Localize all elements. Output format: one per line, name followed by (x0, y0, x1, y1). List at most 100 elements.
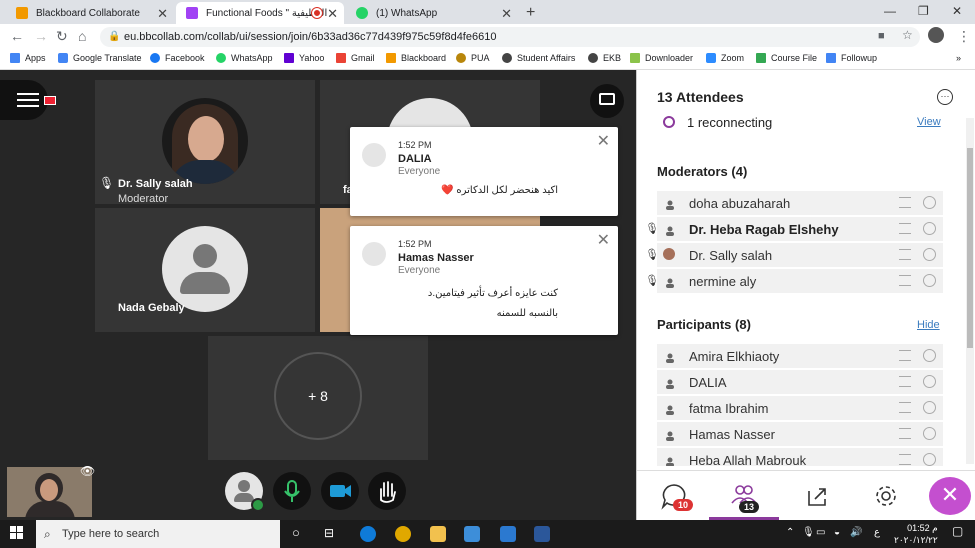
more-options-icon[interactable] (923, 427, 936, 440)
camera-icon[interactable]: ■ (878, 30, 885, 42)
list-item[interactable]: 🎙 Dr. Sally salah (645, 243, 943, 267)
video-tile[interactable]: Nada Gebaly (95, 208, 315, 332)
video-tile[interactable]: 🎙 Dr. Sally salah Moderator (95, 80, 315, 205)
menu-lines-icon[interactable] (899, 197, 911, 208)
network-icon[interactable]: ◒ (834, 527, 840, 538)
close-window-icon[interactable]: ✕ (952, 4, 962, 18)
close-tab-icon[interactable]: ✕ (501, 6, 512, 22)
new-tab-button[interactable]: + (526, 4, 535, 22)
reload-icon[interactable]: ↻ (56, 28, 68, 45)
back-icon[interactable]: ← (10, 28, 24, 44)
more-options-icon[interactable] (923, 401, 936, 414)
menu-lines-icon[interactable] (899, 223, 911, 234)
language-indicator[interactable]: ع (874, 527, 880, 538)
chat-notification[interactable]: 1:52 PM DALIA Everyone اكيد هنحضر لكل ال… (350, 127, 618, 216)
bookmark-blackboard[interactable]: Blackboard (386, 53, 446, 63)
camera-icon[interactable]: ▭ (816, 527, 825, 538)
more-options-icon[interactable] (923, 375, 936, 388)
restore-icon[interactable]: ❐ (918, 4, 929, 18)
forward-icon[interactable]: → (34, 28, 48, 44)
bookmark-downloader[interactable]: Downloader (630, 53, 693, 63)
list-item[interactable]: Amira Elkhiaoty (657, 344, 943, 368)
camera-button[interactable] (321, 472, 359, 510)
more-options-icon[interactable] (923, 196, 936, 209)
settings-button[interactable] (871, 481, 901, 511)
task-view-icon[interactable]: ⊟ (324, 526, 334, 540)
close-notification-icon[interactable]: ✕ (597, 230, 610, 250)
bookmark-student-affairs[interactable]: Student Affairs (502, 53, 575, 63)
more-participants-button[interactable]: + 8 (274, 352, 362, 440)
chevron-up-icon[interactable]: ⌃ (786, 527, 794, 538)
eye-icon[interactable]: 👁 (80, 464, 95, 478)
tab-functional-foods[interactable]: Functional Foods " الوظيفية ✕ (176, 2, 344, 24)
profile-button[interactable] (225, 472, 265, 512)
layout-toggle-button[interactable] (590, 84, 624, 118)
more-options-icon[interactable] (923, 349, 936, 362)
chat-button[interactable]: 10 (659, 481, 694, 511)
tab-whatsapp[interactable]: (1) WhatsApp ✕ (346, 2, 518, 24)
volume-icon[interactable]: 🔊 (850, 527, 862, 538)
panel-scrollbar[interactable] (966, 118, 974, 464)
close-notification-icon[interactable]: ✕ (597, 131, 610, 151)
minimize-icon[interactable]: — (884, 4, 896, 18)
list-item[interactable]: 🎙 nermine aly (645, 269, 943, 293)
tab-blackboard-collaborate[interactable]: Blackboard Collaborate ✕ (6, 2, 174, 24)
more-menu-icon[interactable]: ⋮ (957, 28, 971, 45)
more-options-icon[interactable] (923, 453, 936, 466)
close-tab-icon[interactable]: ✕ (327, 6, 338, 22)
bookmark-followup[interactable]: Followup (826, 53, 877, 63)
menu-lines-icon[interactable] (899, 402, 911, 413)
list-item[interactable]: doha abuzaharah (657, 191, 943, 215)
bookmark-course-file[interactable]: Course File (756, 53, 817, 63)
menu-lines-icon[interactable] (899, 454, 911, 465)
raise-hand-button[interactable] (368, 472, 406, 510)
share-content-button[interactable] (801, 481, 831, 511)
menu-lines-icon[interactable] (899, 275, 911, 286)
attendees-button[interactable]: 13 (729, 481, 760, 513)
more-options-icon[interactable]: ··· (937, 89, 953, 105)
profile-avatar[interactable] (928, 27, 944, 43)
more-options-icon[interactable] (923, 274, 936, 287)
bookmarks-overflow-icon[interactable]: » (956, 53, 961, 63)
list-item[interactable]: 🎙 Dr. Heba Ragab Elshehy (645, 217, 943, 241)
more-options-icon[interactable] (923, 248, 936, 261)
hide-participants-link[interactable]: Hide (917, 319, 940, 331)
menu-lines-icon[interactable] (899, 350, 911, 361)
windows-start-icon[interactable] (10, 526, 24, 540)
view-reconnecting-link[interactable]: View (917, 116, 941, 128)
file-explorer-icon[interactable] (430, 526, 446, 542)
list-item[interactable]: Heba Allah Mabrouk (657, 448, 943, 466)
list-item[interactable]: fatma Ibrahim (657, 396, 943, 420)
open-menu-button[interactable] (0, 80, 56, 120)
chat-notification[interactable]: 1:52 PM Hamas Nasser Everyone كنت عايزه … (350, 226, 618, 335)
bookmark-pua[interactable]: PUA (456, 53, 490, 63)
more-options-icon[interactable] (923, 222, 936, 235)
chrome-icon[interactable] (395, 526, 411, 542)
microphone-icon[interactable]: 🎙 (802, 527, 815, 538)
taskbar-search-box[interactable]: ⌕ Type here to search (36, 520, 280, 548)
menu-lines-icon[interactable] (899, 376, 911, 387)
menu-lines-icon[interactable] (899, 428, 911, 439)
list-item[interactable]: DALIA (657, 370, 943, 394)
bookmark-ekb[interactable]: EKB (588, 53, 621, 63)
menu-lines-icon[interactable] (899, 249, 911, 260)
word-icon[interactable] (534, 526, 550, 542)
edge-icon[interactable] (360, 526, 376, 542)
bookmark-facebook[interactable]: Facebook (150, 53, 205, 63)
url-field[interactable]: 🔒 eu.bbcollab.com/collab/ui/session/join… (100, 27, 920, 47)
microphone-button[interactable] (273, 472, 311, 510)
mail-icon[interactable] (500, 526, 516, 542)
cortana-icon[interactable]: ○ (292, 525, 300, 540)
bookmark-google-translate[interactable]: Google Translate (58, 53, 142, 63)
bookmark-gmail[interactable]: Gmail (336, 53, 375, 63)
store-icon[interactable] (464, 526, 480, 542)
bookmark-apps[interactable]: Apps (10, 53, 46, 63)
home-icon[interactable]: ⌂ (78, 28, 86, 44)
system-clock[interactable]: 01:52 م ٢٠٢٠/١٢/٢٢ (894, 522, 938, 546)
bookmark-zoom[interactable]: Zoom (706, 53, 744, 63)
star-icon[interactable]: ☆ (902, 28, 913, 42)
close-tab-icon[interactable]: ✕ (157, 6, 168, 22)
list-item[interactable]: Hamas Nasser (657, 422, 943, 446)
notification-center-icon[interactable]: ▢ (952, 524, 963, 538)
close-panel-button[interactable]: ✕ (929, 477, 971, 515)
